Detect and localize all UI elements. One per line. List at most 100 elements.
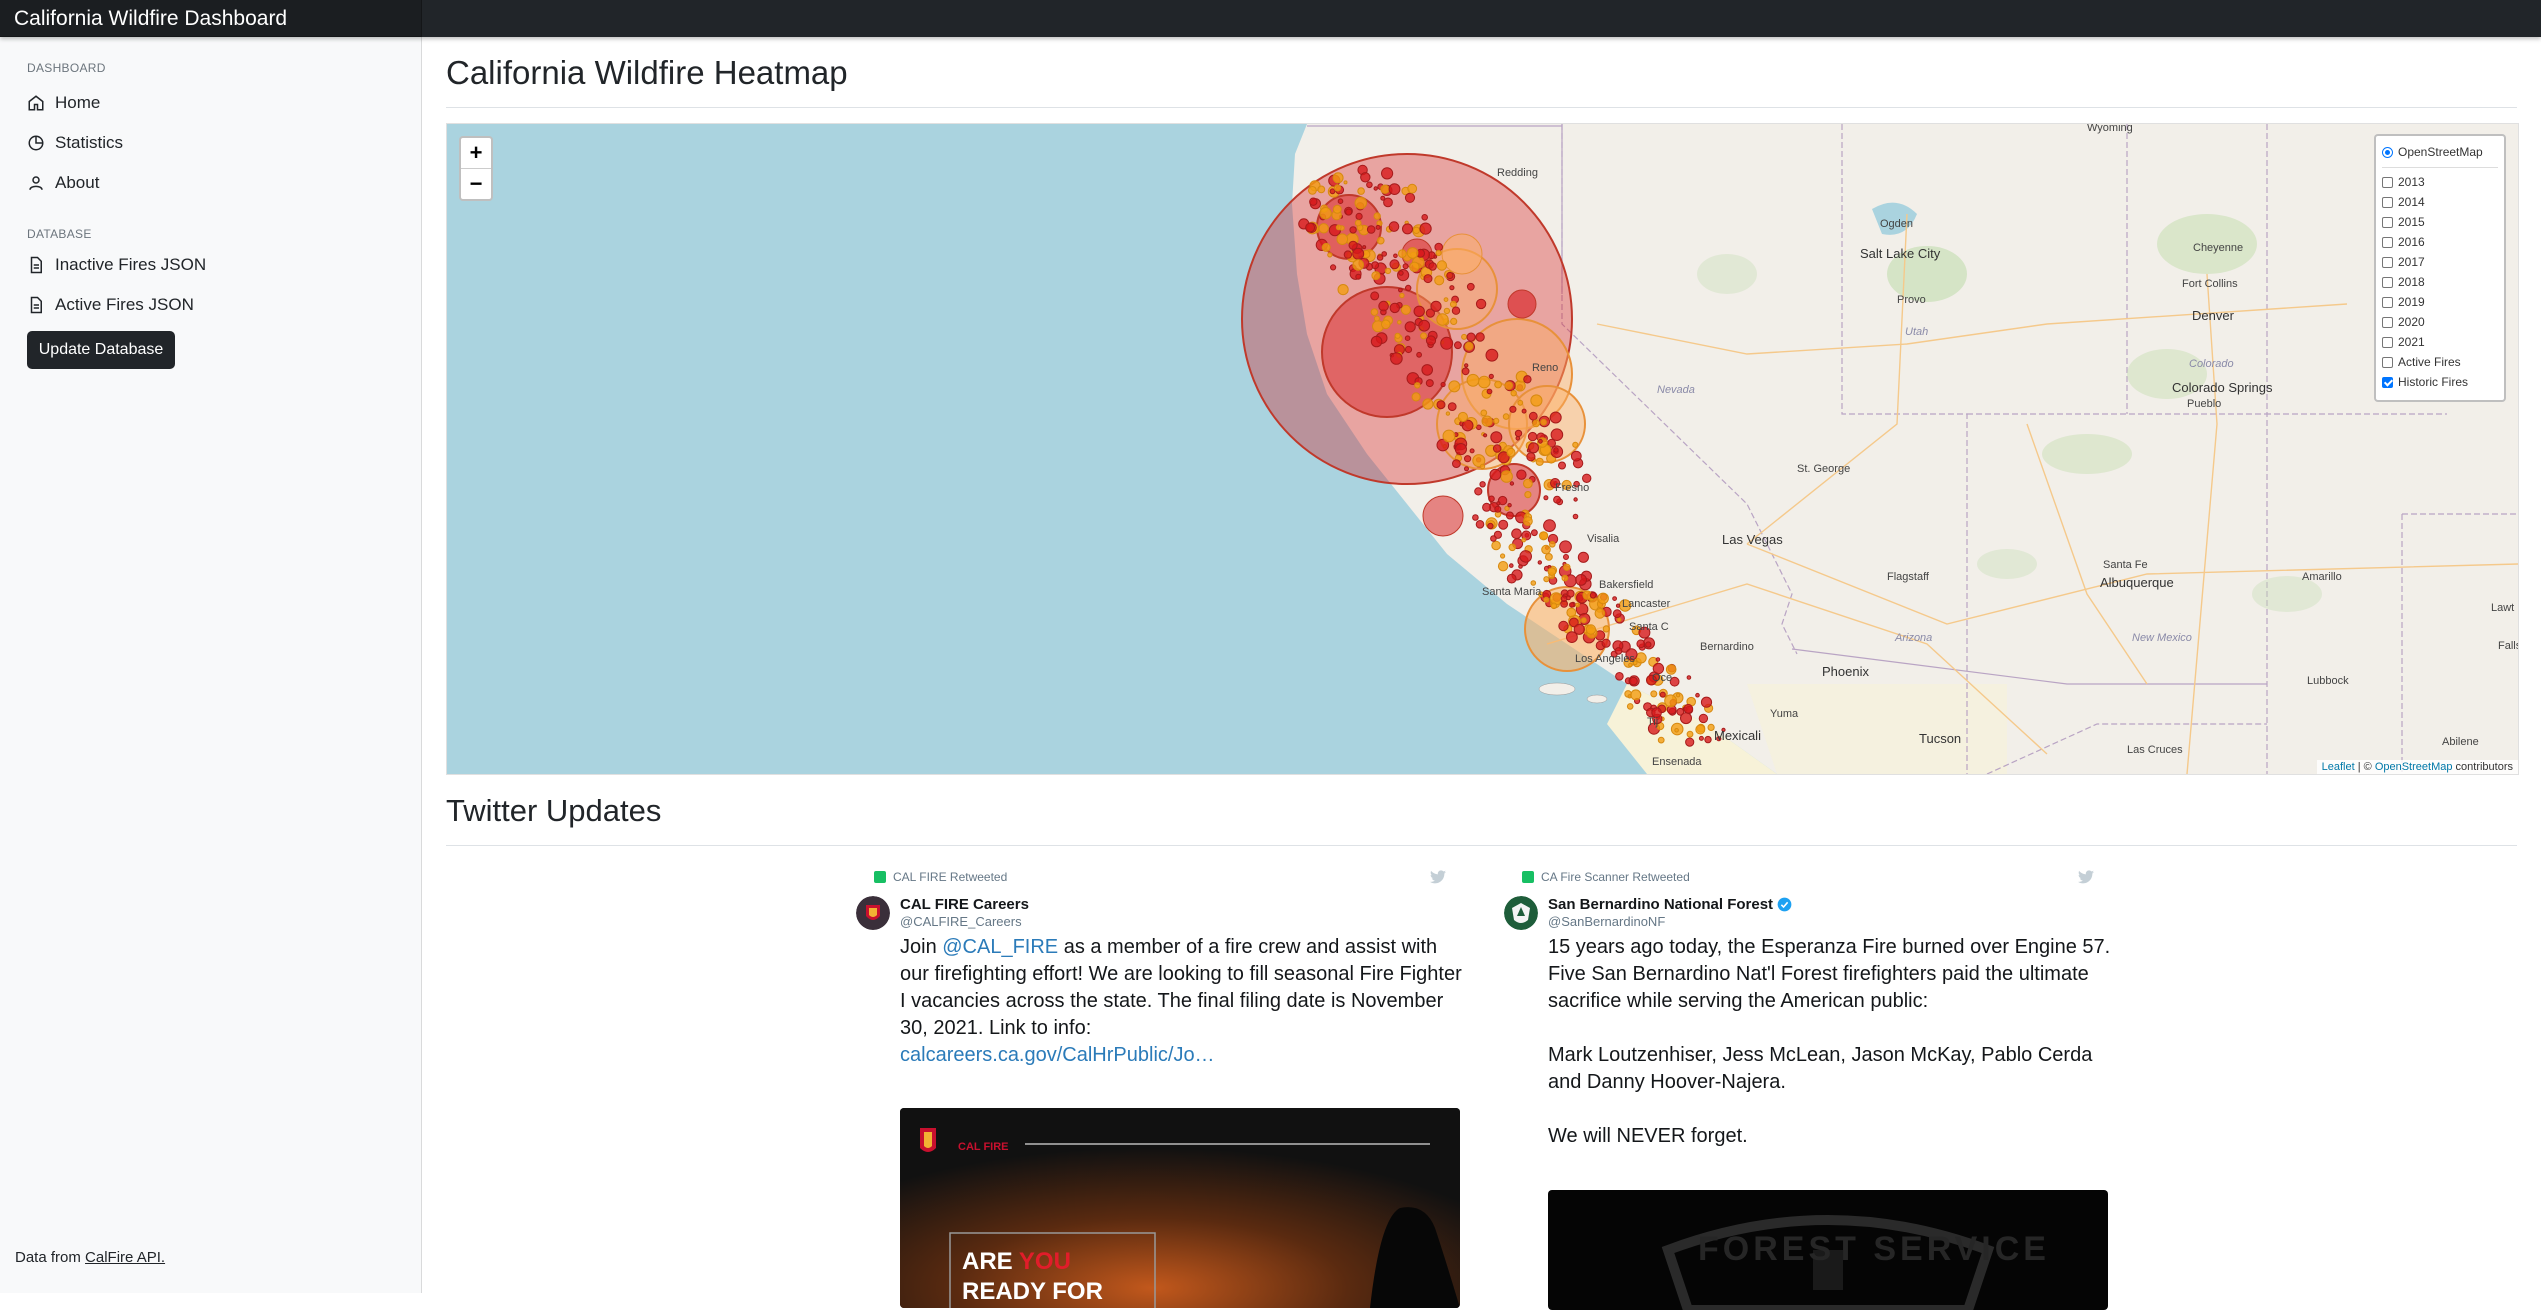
avatar[interactable] — [1504, 896, 1538, 930]
fire-marker[interactable] — [1422, 398, 1434, 410]
fire-marker[interactable] — [1355, 273, 1362, 280]
fire-marker[interactable] — [1380, 184, 1390, 194]
fire-marker[interactable] — [1475, 520, 1485, 529]
fire-marker[interactable] — [1418, 319, 1431, 332]
fire-marker[interactable] — [1695, 692, 1700, 698]
fire-marker[interactable] — [1597, 592, 1609, 605]
fire-marker[interactable] — [1686, 730, 1694, 738]
fire-marker[interactable] — [1541, 544, 1551, 555]
fire-marker[interactable] — [1406, 247, 1419, 259]
fire-marker[interactable] — [1343, 180, 1348, 185]
fire-marker[interactable] — [1517, 399, 1524, 406]
fire-marker[interactable] — [1390, 352, 1403, 365]
fire-marker[interactable] — [1376, 236, 1385, 245]
fire-marker[interactable] — [1336, 233, 1349, 245]
fire-marker[interactable] — [1569, 602, 1575, 608]
tweet-author-handle[interactable]: @SanBernardinoNF — [1548, 914, 1665, 929]
fire-marker[interactable] — [1348, 240, 1358, 250]
wildfire-map[interactable]: Ogden Salt Lake City Provo Utah Nevada C… — [446, 123, 2519, 775]
fire-marker[interactable] — [1558, 620, 1569, 632]
fire-marker[interactable] — [1560, 595, 1568, 603]
fire-marker[interactable] — [1698, 735, 1704, 741]
overlay-item[interactable]: 2017 — [2382, 252, 2498, 272]
fire-marker[interactable] — [1362, 245, 1367, 250]
fire-marker[interactable] — [1507, 503, 1512, 508]
fire-marker[interactable] — [1575, 574, 1587, 586]
fire-marker[interactable] — [1676, 707, 1685, 716]
fire-marker[interactable] — [1337, 198, 1344, 204]
fire-marker[interactable] — [1305, 222, 1316, 233]
fire-marker[interactable] — [1357, 187, 1365, 195]
fire-marker[interactable] — [1566, 607, 1577, 618]
fire-marker[interactable] — [1509, 405, 1517, 413]
fire-marker[interactable] — [1543, 519, 1556, 533]
fire-marker[interactable] — [1472, 514, 1479, 521]
fire-marker[interactable] — [1573, 623, 1585, 635]
fire-marker[interactable] — [1528, 442, 1539, 454]
fire-marker[interactable] — [1464, 363, 1469, 368]
fire-marker[interactable] — [1524, 491, 1532, 499]
fire-marker[interactable] — [1704, 735, 1712, 744]
fire-marker[interactable] — [1550, 428, 1564, 442]
fire-marker[interactable] — [1485, 348, 1499, 362]
fire-marker[interactable] — [1423, 274, 1433, 284]
checkbox[interactable] — [2382, 276, 2393, 288]
overlay-item[interactable]: 2014 — [2382, 192, 2498, 212]
fire-marker[interactable] — [1420, 332, 1428, 340]
fire-marker[interactable] — [1530, 580, 1537, 586]
fire-marker[interactable] — [1530, 394, 1543, 407]
fire-marker[interactable] — [1543, 495, 1549, 501]
checkbox[interactable] — [2382, 196, 2393, 208]
fire-marker[interactable] — [1563, 563, 1571, 571]
fire-marker[interactable] — [1516, 469, 1527, 480]
fire-marker[interactable] — [1389, 259, 1400, 270]
fire-marker[interactable] — [1527, 431, 1538, 442]
fire-marker[interactable] — [1443, 307, 1451, 315]
fire-marker[interactable] — [1389, 302, 1400, 314]
fire-marker[interactable] — [1440, 336, 1454, 350]
fire-marker[interactable] — [1404, 335, 1411, 341]
fire-marker[interactable] — [1482, 502, 1492, 512]
fire-marker[interactable] — [1481, 415, 1493, 427]
fire-marker[interactable] — [1445, 411, 1451, 416]
sidebar-item-statistics[interactable]: Statistics — [27, 129, 123, 157]
fire-marker[interactable] — [1475, 298, 1487, 310]
fire-marker[interactable] — [1532, 419, 1540, 428]
zoom-in-button[interactable]: + — [461, 138, 491, 168]
fire-marker[interactable] — [1425, 335, 1437, 346]
fire-marker[interactable] — [1398, 270, 1404, 276]
fire-marker[interactable] — [1510, 390, 1517, 397]
fire-marker[interactable] — [1337, 284, 1349, 296]
fire-marker[interactable] — [1430, 300, 1442, 312]
fire-marker[interactable] — [1577, 551, 1590, 563]
fire-marker[interactable] — [1402, 223, 1413, 235]
fire-marker[interactable] — [1352, 247, 1365, 260]
fire-marker[interactable] — [1494, 505, 1502, 513]
fire-marker[interactable] — [1402, 263, 1409, 270]
fire-marker[interactable] — [1335, 224, 1342, 231]
overlay-item[interactable]: 2020 — [2382, 312, 2498, 332]
fire-marker[interactable] — [1413, 305, 1425, 318]
fire-marker[interactable] — [1371, 271, 1381, 281]
fire-marker[interactable] — [1333, 184, 1342, 192]
fire-marker[interactable] — [1657, 736, 1665, 744]
fire-marker[interactable] — [1421, 214, 1429, 221]
sidebar-item-home[interactable]: Home — [27, 89, 100, 117]
fire-marker[interactable] — [1494, 380, 1502, 389]
fire-marker[interactable] — [1381, 319, 1391, 330]
fire-marker[interactable] — [1502, 413, 1510, 420]
fire-marker[interactable] — [1491, 540, 1501, 551]
fire-marker[interactable] — [1553, 495, 1562, 504]
checkbox[interactable] — [2382, 216, 2393, 228]
fire-marker[interactable] — [1466, 282, 1475, 291]
twitter-bird-icon[interactable] — [1430, 870, 1446, 884]
fire-marker[interactable] — [1355, 212, 1363, 221]
fire-marker[interactable] — [1572, 441, 1579, 448]
fire-marker[interactable] — [1370, 335, 1383, 348]
fire-marker[interactable] — [1601, 638, 1611, 648]
fire-marker[interactable] — [1345, 208, 1353, 216]
fire-marker[interactable] — [1575, 602, 1580, 608]
app-title[interactable]: California Wildfire Dashboard — [14, 7, 287, 31]
fire-marker[interactable] — [1488, 373, 1494, 379]
fire-marker[interactable] — [1698, 713, 1709, 724]
